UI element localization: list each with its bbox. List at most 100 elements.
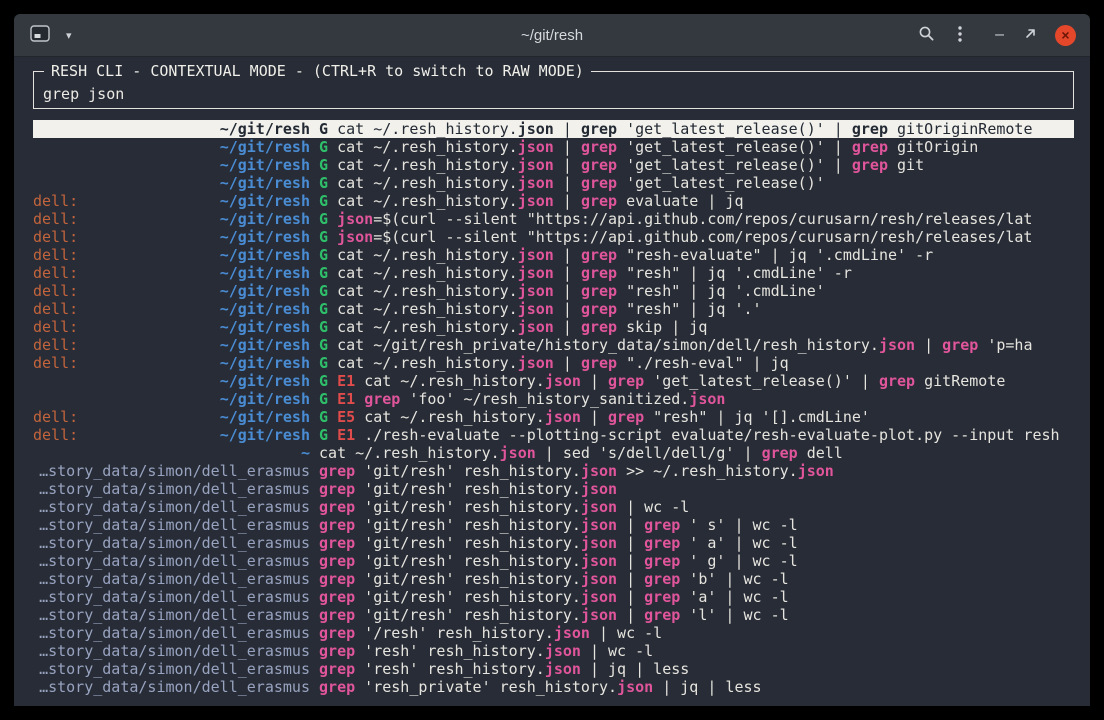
tab-switcher-caret[interactable]: ▾ <box>64 27 74 44</box>
command-text: cat ~/.resh_history.json | grep evaluate… <box>337 192 743 210</box>
git-flag: G <box>319 372 328 390</box>
exit-status-flag: E1 <box>337 372 355 390</box>
host-label: dell: <box>33 336 78 354</box>
directory-label: …story_data/simon/dell_erasmus <box>39 534 310 552</box>
command-text: cat ~/git/resh_private/history_data/simo… <box>337 336 1032 354</box>
menu-button[interactable] <box>955 23 965 48</box>
row-left-column: dell: ~/git/resh <box>33 426 310 444</box>
row-left-column: dell:~/git/resh <box>33 408 310 426</box>
history-row[interactable]: dell:~/git/resh G cat ~/.resh_history.js… <box>33 246 1074 264</box>
row-left-column: dell:~/git/resh <box>33 318 310 336</box>
history-row[interactable]: …story_data/simon/dell_erasmus grep '/re… <box>33 624 1074 642</box>
history-row[interactable]: dell:~/git/resh G json=$(curl --silent "… <box>33 228 1074 246</box>
history-row[interactable]: …story_data/simon/dell_erasmus grep 'git… <box>33 588 1074 606</box>
host-label: dell: <box>33 318 78 336</box>
history-row[interactable]: ~/git/resh G E1 grep 'foo' ~/resh_histor… <box>33 390 1074 408</box>
resh-mode-title: RESH CLI - CONTEXTUAL MODE - (CTRL+R to … <box>44 62 591 80</box>
history-row[interactable]: …story_data/simon/dell_erasmus grep 'git… <box>33 480 1074 498</box>
kebab-menu-icon <box>957 25 963 46</box>
host-label: dell: <box>33 300 78 318</box>
history-list: ~/git/resh G cat ~/.resh_history.json | … <box>33 120 1074 696</box>
host-label: dell: <box>33 228 78 246</box>
directory-label: ~/git/resh <box>220 426 310 444</box>
history-row[interactable]: dell:~/git/resh G cat ~/.resh_history.js… <box>33 264 1074 282</box>
history-row[interactable]: dell:~/git/resh G cat ~/.resh_history.js… <box>33 318 1074 336</box>
git-flag: G <box>319 210 328 228</box>
row-left-column: …story_data/simon/dell_erasmus <box>33 570 310 588</box>
restore-button[interactable] <box>1022 25 1039 45</box>
command-text: cat ~/.resh_history.json | grep "resh" |… <box>337 264 852 282</box>
directory-label: ~/git/resh <box>220 372 310 390</box>
row-left-column: ~/git/resh <box>33 120 310 138</box>
command-text: grep 'git/resh' resh_history.json >> ~/.… <box>319 462 834 480</box>
git-flag: G <box>319 318 328 336</box>
host-label: dell: <box>33 426 78 444</box>
host-label: dell: <box>33 210 78 228</box>
search-icon <box>918 25 935 45</box>
titlebar: ▾ ~/git/resh <box>14 14 1090 57</box>
git-flag: G <box>319 120 328 138</box>
command-text: cat ~/.resh_history.json | grep 'get_lat… <box>337 156 924 174</box>
directory-label: …story_data/simon/dell_erasmus <box>39 606 310 624</box>
history-row[interactable]: dell:~/git/resh G cat ~/git/resh_private… <box>33 336 1074 354</box>
directory-label: ~/git/resh <box>220 300 310 318</box>
git-flag: G <box>319 408 328 426</box>
history-row[interactable]: …story_data/simon/dell_erasmus grep 'git… <box>33 534 1074 552</box>
history-row[interactable]: ~/git/resh G cat ~/.resh_history.json | … <box>33 156 1074 174</box>
minimize-icon: – <box>995 30 1004 40</box>
directory-label: ~/git/resh <box>220 354 310 372</box>
history-row[interactable]: …story_data/simon/dell_erasmus grep 'git… <box>33 552 1074 570</box>
history-row[interactable]: …story_data/simon/dell_erasmus grep 'git… <box>33 570 1074 588</box>
history-row[interactable]: …story_data/simon/dell_erasmus grep 'git… <box>33 462 1074 480</box>
new-tab-button[interactable] <box>28 23 52 47</box>
git-flag: G <box>319 264 328 282</box>
exit-status-flag: E1 <box>337 426 355 444</box>
history-row[interactable]: dell:~/git/resh G E1 ./resh-evaluate --p… <box>33 426 1074 444</box>
row-left-column: ~ <box>33 444 310 462</box>
history-row[interactable]: …story_data/simon/dell_erasmus grep 'res… <box>33 642 1074 660</box>
row-left-column: dell: ~/git/resh <box>33 228 310 246</box>
search-button[interactable] <box>916 23 937 47</box>
history-row[interactable]: …story_data/simon/dell_erasmus grep 'res… <box>33 678 1074 696</box>
history-row[interactable]: dell:~/git/resh G cat ~/.resh_history.js… <box>33 354 1074 372</box>
command-text: grep 'foo' ~/resh_history_sanitized.json <box>364 390 725 408</box>
history-row[interactable]: …story_data/simon/dell_erasmus grep 'res… <box>33 660 1074 678</box>
directory-label: …story_data/simon/dell_erasmus <box>39 462 310 480</box>
history-row[interactable]: dell:~/git/resh G cat ~/.resh_history.js… <box>33 282 1074 300</box>
close-button[interactable]: × <box>1055 25 1076 46</box>
history-row[interactable]: …story_data/simon/dell_erasmus grep 'git… <box>33 516 1074 534</box>
terminal-body[interactable]: RESH CLI - CONTEXTUAL MODE - (CTRL+R to … <box>14 57 1090 706</box>
directory-label: ~/git/resh <box>220 264 310 282</box>
row-left-column: dell: ~/git/resh <box>33 300 310 318</box>
command-text: cat ~/.resh_history.json | grep "resh" |… <box>337 300 761 318</box>
row-left-column: ~/git/resh <box>33 390 310 408</box>
history-row[interactable]: dell:~/git/resh G cat ~/.resh_history.js… <box>33 192 1074 210</box>
history-row[interactable]: ~/git/resh G E1 cat ~/.resh_history.json… <box>33 372 1074 390</box>
command-text: cat ~/.resh_history.json | grep 'get_lat… <box>337 174 825 192</box>
command-text: grep 'git/resh' resh_history.json | grep… <box>319 552 798 570</box>
row-left-column: ~/git/resh <box>33 174 310 192</box>
history-row[interactable]: ~/git/resh G cat ~/.resh_history.json | … <box>33 120 1074 138</box>
resh-search-input[interactable]: grep json <box>43 85 1064 103</box>
minimize-button[interactable]: – <box>993 28 1006 42</box>
history-row[interactable]: ~ cat ~/.resh_history.json | sed 's/dell… <box>33 444 1074 462</box>
command-text: cat ~/.resh_history.json | grep "resh" |… <box>337 282 825 300</box>
row-left-column: …story_data/simon/dell_erasmus <box>33 660 310 678</box>
command-text: grep 'git/resh' resh_history.json | grep… <box>319 588 789 606</box>
row-left-column: …story_data/simon/dell_erasmus <box>33 552 310 570</box>
history-row[interactable]: dell:~/git/resh G E5 cat ~/.resh_history… <box>33 408 1074 426</box>
directory-label: ~/git/resh <box>220 120 310 138</box>
directory-label: ~ <box>301 444 310 462</box>
history-row[interactable]: …story_data/simon/dell_erasmus grep 'git… <box>33 606 1074 624</box>
directory-label: ~/git/resh <box>220 228 310 246</box>
directory-label: ~/git/resh <box>220 282 310 300</box>
history-row[interactable]: dell:~/git/resh G cat ~/.resh_history.js… <box>33 300 1074 318</box>
row-left-column: …story_data/simon/dell_erasmus <box>33 624 310 642</box>
history-row[interactable]: …story_data/simon/dell_erasmus grep 'git… <box>33 498 1074 516</box>
history-row[interactable]: ~/git/resh G cat ~/.resh_history.json | … <box>33 138 1074 156</box>
directory-label: …story_data/simon/dell_erasmus <box>39 552 310 570</box>
history-row[interactable]: ~/git/resh G cat ~/.resh_history.json | … <box>33 174 1074 192</box>
exit-status-flag: E5 <box>337 408 355 426</box>
git-flag: G <box>319 174 328 192</box>
history-row[interactable]: dell:~/git/resh G json=$(curl --silent "… <box>33 210 1074 228</box>
